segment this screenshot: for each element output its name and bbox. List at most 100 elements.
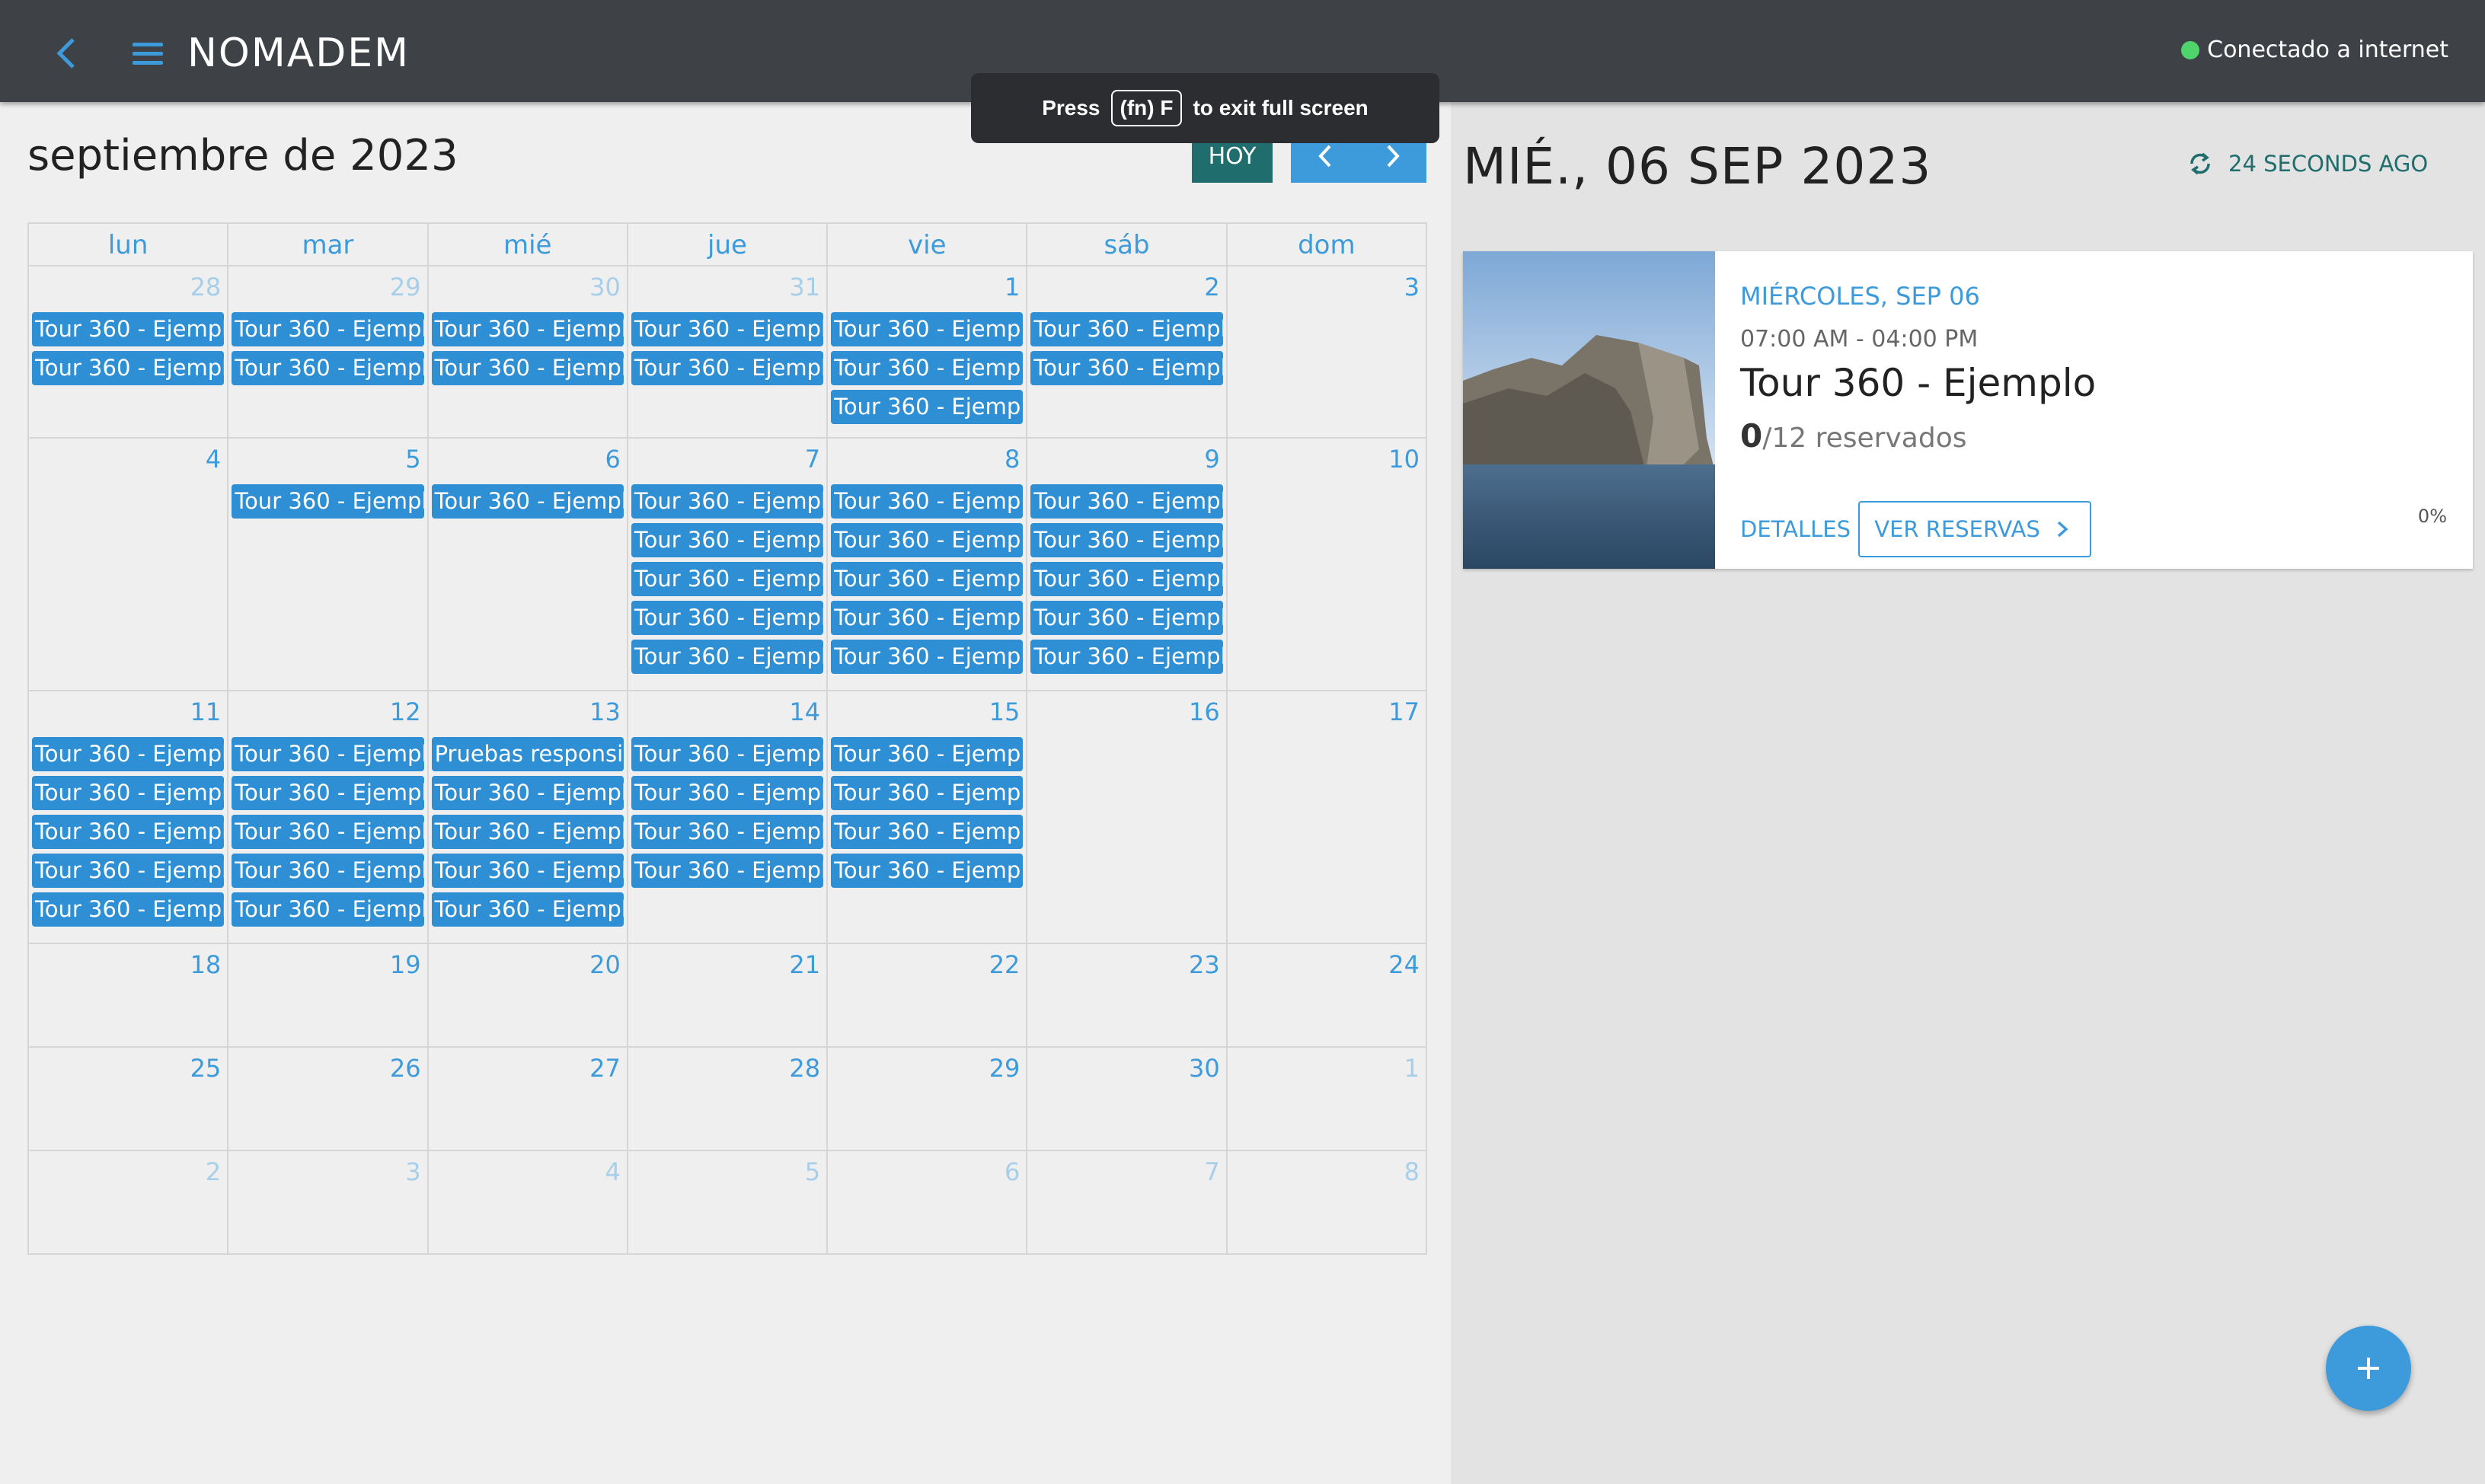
day-cell[interactable]: 6 bbox=[828, 1151, 1028, 1255]
event-chip[interactable]: Tour 360 - Ejemplo bbox=[831, 523, 1024, 557]
event-chip[interactable]: Tour 360 - Ejemplo bbox=[831, 351, 1024, 385]
event-chip[interactable]: Tour 360 - Ejemplo bbox=[232, 484, 424, 519]
event-chip[interactable]: Tour 360 - Ejemplo bbox=[32, 892, 225, 927]
day-cell[interactable]: 1 Tour 360 - Ejemplo Tour 360 - Ejemplo Tou… bbox=[828, 266, 1028, 439]
event-chip[interactable]: Tour 360 - Ejemplo bbox=[232, 776, 424, 810]
day-cell[interactable]: 26 bbox=[228, 1048, 429, 1151]
day-cell[interactable]: 30 Tour 360 - Ejemplo Tour 360 - Ejemplo bbox=[428, 266, 628, 439]
day-cell[interactable]: 13 Pruebas responsiv Tour 360 - Ejemplo Tou… bbox=[428, 691, 628, 944]
event-chip[interactable]: Tour 360 - Ejemplo bbox=[631, 854, 824, 888]
event-chip[interactable]: Tour 360 - Ejemplo bbox=[631, 815, 824, 849]
event-chip[interactable]: Pruebas responsiv bbox=[431, 737, 624, 771]
day-cell[interactable]: 2 bbox=[29, 1151, 229, 1255]
event-chip[interactable]: Tour 360 - Ejemplo bbox=[232, 854, 424, 888]
day-cell[interactable]: 10 bbox=[1227, 439, 1427, 691]
event-chip[interactable]: Tour 360 - Ejemplo bbox=[1030, 484, 1223, 519]
day-cell[interactable]: 25 bbox=[29, 1048, 229, 1151]
day-cell[interactable]: 4 bbox=[428, 1151, 628, 1255]
day-cell[interactable]: 1 bbox=[1227, 1048, 1427, 1151]
event-chip[interactable]: Tour 360 - Ejemplo bbox=[431, 892, 624, 927]
day-cell[interactable]: 3 bbox=[228, 1151, 429, 1255]
event-chip[interactable]: Tour 360 - Ejemplo bbox=[232, 351, 424, 385]
event-chip[interactable]: Tour 360 - Ejemplo bbox=[831, 815, 1024, 849]
day-cell[interactable]: 6 Tour 360 - Ejemplo bbox=[428, 439, 628, 691]
event-chip[interactable]: Tour 360 - Ejemplo bbox=[631, 484, 824, 519]
day-cell[interactable]: 28 Tour 360 - Ejemplo Tour 360 - Ejemplo bbox=[29, 266, 229, 439]
day-cell[interactable]: 4 bbox=[29, 439, 229, 691]
day-cell[interactable]: 22 bbox=[828, 944, 1028, 1048]
event-chip[interactable]: Tour 360 - Ejemplo bbox=[831, 854, 1024, 888]
sync-status[interactable]: 24 SECONDS AGO bbox=[2186, 149, 2428, 178]
details-button[interactable]: DETALLES bbox=[1740, 516, 1851, 542]
day-cell[interactable]: 7 Tour 360 - Ejemplo Tour 360 - Ejemplo Tou… bbox=[628, 439, 829, 691]
day-cell[interactable]: 16 bbox=[1027, 691, 1228, 944]
event-chip[interactable]: Tour 360 - Ejemplo bbox=[831, 562, 1024, 596]
event-chip[interactable]: Tour 360 - Ejemplo bbox=[431, 351, 624, 385]
menu-icon[interactable] bbox=[133, 43, 163, 65]
event-chip[interactable]: Tour 360 - Ejemplo bbox=[831, 484, 1024, 519]
event-chip[interactable]: Tour 360 - Ejemplo bbox=[232, 892, 424, 927]
event-chip[interactable]: Tour 360 - Ejemplo bbox=[32, 351, 225, 385]
event-chip[interactable]: Tour 360 - Ejemplo bbox=[32, 312, 225, 346]
event-chip[interactable]: Tour 360 - Ejemplo bbox=[431, 854, 624, 888]
event-chip[interactable]: Tour 360 - Ejemplo bbox=[631, 312, 824, 346]
event-chip[interactable]: Tour 360 - Ejemplo bbox=[1030, 640, 1223, 674]
add-button[interactable] bbox=[2326, 1326, 2411, 1411]
day-cell[interactable]: 8 Tour 360 - Ejemplo Tour 360 - Ejemplo Tou… bbox=[828, 439, 1028, 691]
day-cell[interactable]: 30 bbox=[1027, 1048, 1228, 1151]
event-chip[interactable]: Tour 360 - Ejemplo bbox=[631, 640, 824, 674]
event-chip[interactable]: Tour 360 - Ejemplo bbox=[831, 737, 1024, 771]
day-cell[interactable]: 3 bbox=[1227, 266, 1427, 439]
day-cell[interactable]: 31 Tour 360 - Ejemplo Tour 360 - Ejemplo bbox=[628, 266, 829, 439]
event-chip[interactable]: Tour 360 - Ejemplo bbox=[32, 815, 225, 849]
day-cell[interactable]: 27 bbox=[428, 1048, 628, 1151]
event-chip[interactable]: Tour 360 - Ejemplo bbox=[1030, 351, 1223, 385]
day-cell[interactable]: 7 bbox=[1027, 1151, 1228, 1255]
event-chip[interactable]: Tour 360 - Ejemplo bbox=[631, 351, 824, 385]
tour-card[interactable]: MIÉRCOLES, SEP 06 07:00 AM - 04:00 PM To… bbox=[1463, 251, 2473, 569]
event-chip[interactable]: Tour 360 - Ejemplo bbox=[431, 312, 624, 346]
view-reservations-button[interactable]: VER RESERVAS bbox=[1858, 501, 2091, 557]
event-chip[interactable]: Tour 360 - Ejemplo bbox=[831, 776, 1024, 810]
back-arrow-icon[interactable] bbox=[49, 32, 85, 75]
day-cell[interactable]: 19 bbox=[228, 944, 429, 1048]
day-cell[interactable]: 15 Tour 360 - Ejemplo Tour 360 - Ejemplo To… bbox=[828, 691, 1028, 944]
day-cell[interactable]: 8 bbox=[1227, 1151, 1427, 1255]
day-cell[interactable]: 14 Tour 360 - Ejemplo Tour 360 - Ejemplo To… bbox=[628, 691, 829, 944]
event-chip[interactable]: Tour 360 - Ejemplo bbox=[1030, 601, 1223, 635]
event-chip[interactable]: Tour 360 - Ejemplo bbox=[831, 312, 1024, 346]
event-chip[interactable]: Tour 360 - Ejemplo bbox=[431, 776, 624, 810]
day-cell[interactable]: 5 Tour 360 - Ejemplo bbox=[228, 439, 429, 691]
event-chip[interactable]: Tour 360 - Ejemplo bbox=[32, 737, 225, 771]
event-chip[interactable]: Tour 360 - Ejemplo bbox=[431, 815, 624, 849]
day-cell[interactable]: 29 bbox=[828, 1048, 1028, 1151]
event-chip[interactable]: Tour 360 - Ejemplo bbox=[631, 601, 824, 635]
day-cell[interactable]: 5 bbox=[628, 1151, 829, 1255]
day-cell[interactable]: 23 bbox=[1027, 944, 1228, 1048]
day-cell[interactable]: 21 bbox=[628, 944, 829, 1048]
event-chip[interactable]: Tour 360 - Ejemplo bbox=[631, 776, 824, 810]
event-chip[interactable]: Tour 360 - Ejemplo bbox=[232, 815, 424, 849]
event-chip[interactable]: Tour 360 - Ejemplo bbox=[232, 312, 424, 346]
event-chip[interactable]: Tour 360 - Ejemplo bbox=[831, 390, 1024, 424]
event-chip[interactable]: Tour 360 - Ejemplo bbox=[431, 484, 624, 519]
event-chip[interactable]: Tour 360 - Ejemplo bbox=[232, 737, 424, 771]
day-cell[interactable]: 20 bbox=[428, 944, 628, 1048]
event-chip[interactable]: Tour 360 - Ejemplo bbox=[631, 523, 824, 557]
event-chip[interactable]: Tour 360 - Ejemplo bbox=[1030, 312, 1223, 346]
event-chip[interactable]: Tour 360 - Ejemplo bbox=[1030, 523, 1223, 557]
event-chip[interactable]: Tour 360 - Ejemplo bbox=[831, 640, 1024, 674]
event-chip[interactable]: Tour 360 - Ejemplo bbox=[631, 562, 824, 596]
day-cell[interactable]: 17 bbox=[1227, 691, 1427, 944]
day-cell[interactable]: 29 Tour 360 - Ejemplo Tour 360 - Ejemplo bbox=[228, 266, 429, 439]
day-cell[interactable]: 24 bbox=[1227, 944, 1427, 1048]
event-chip[interactable]: Tour 360 - Ejemplo bbox=[831, 601, 1024, 635]
day-cell[interactable]: 2 Tour 360 - Ejemplo Tour 360 - Ejemplo bbox=[1027, 266, 1228, 439]
event-chip[interactable]: Tour 360 - Ejemplo bbox=[32, 776, 225, 810]
event-chip[interactable]: Tour 360 - Ejemplo bbox=[32, 854, 225, 888]
event-chip[interactable]: Tour 360 - Ejemplo bbox=[1030, 562, 1223, 596]
day-cell[interactable]: 9 Tour 360 - Ejemplo Tour 360 - Ejemplo Tou… bbox=[1027, 439, 1228, 691]
day-cell[interactable]: 18 bbox=[29, 944, 229, 1048]
event-chip[interactable]: Tour 360 - Ejemplo bbox=[631, 737, 824, 771]
day-cell[interactable]: 11 Tour 360 - Ejemplo Tour 360 - Ejemplo To… bbox=[29, 691, 229, 944]
